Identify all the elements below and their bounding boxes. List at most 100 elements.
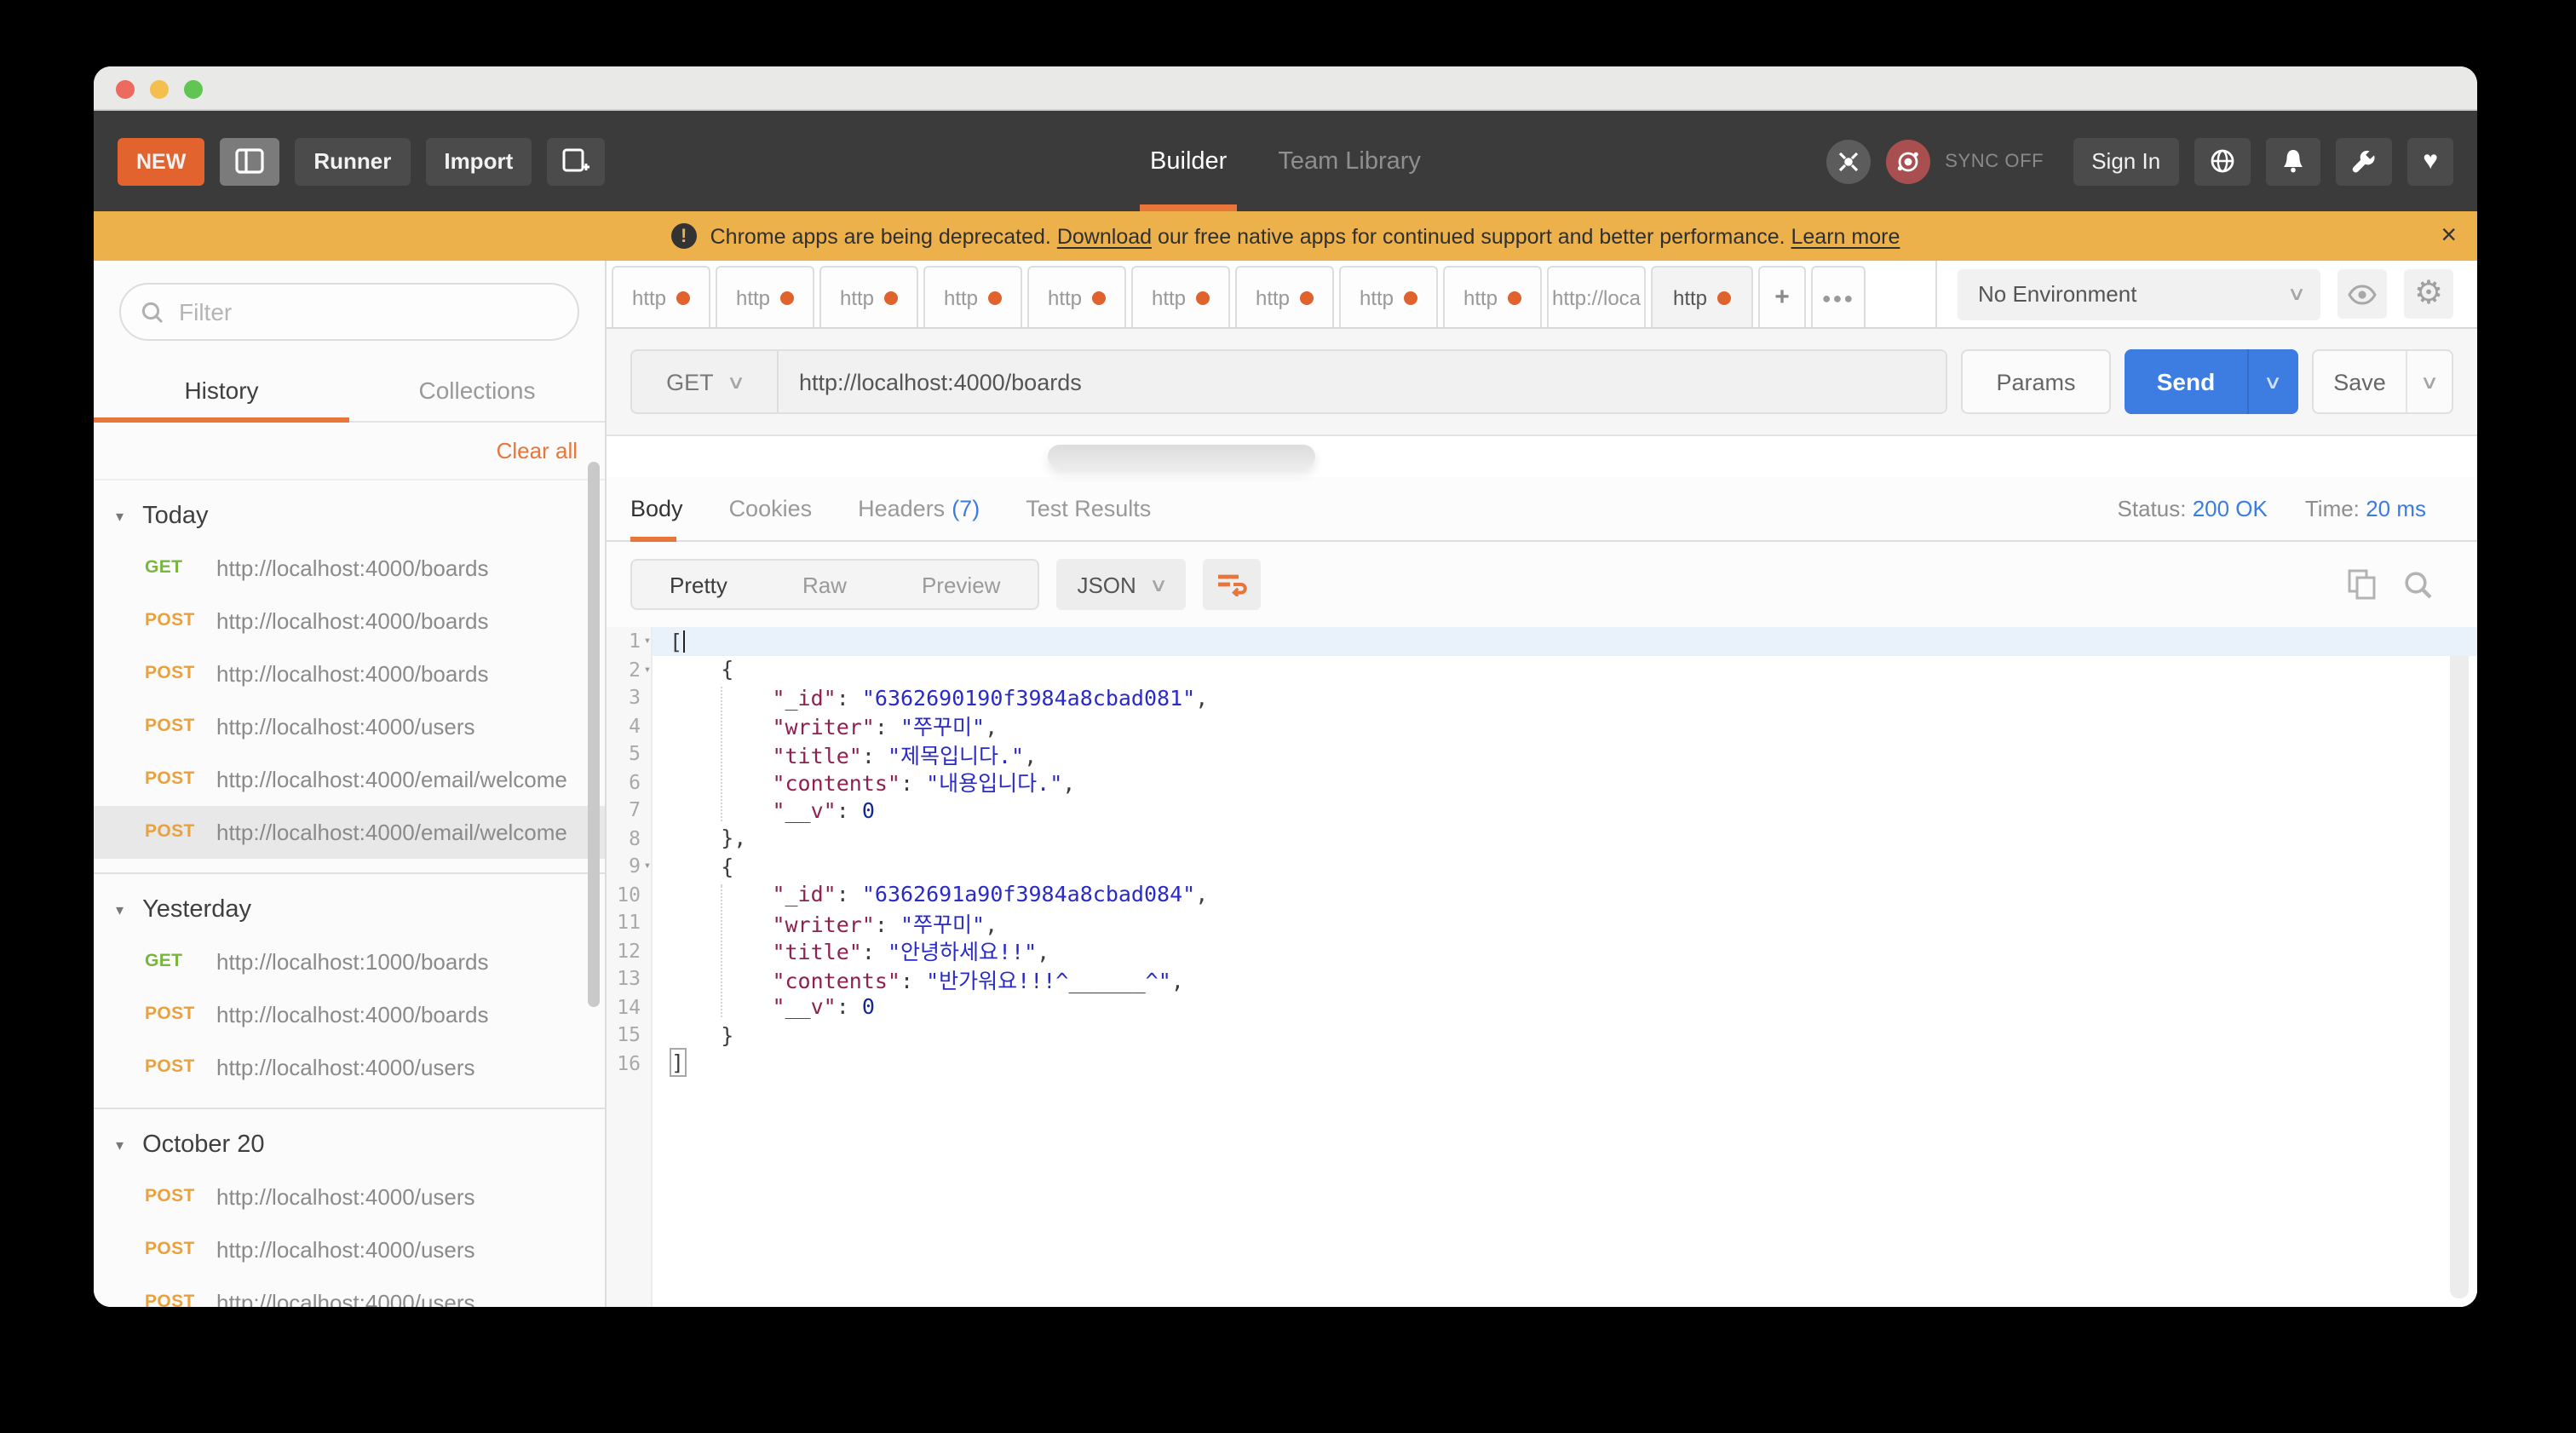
request-tab[interactable]: http [1131, 266, 1230, 327]
request-tab[interactable]: http [819, 266, 918, 327]
response-tab-test-results[interactable]: Test Results [1026, 477, 1151, 540]
method-select[interactable]: GET ∨ [632, 351, 779, 412]
unsaved-dot-icon [1508, 291, 1521, 304]
minimize-window-button[interactable] [150, 79, 169, 98]
line-number: 6 [629, 769, 641, 794]
download-link[interactable]: Download [1057, 224, 1152, 248]
fold-toggle-icon[interactable]: ▾ [641, 663, 654, 676]
code-line: 3 "_id": "6362690190f3984a8cbad081", [607, 683, 2477, 711]
format-value: JSON [1077, 572, 1136, 597]
history-group: ▾ Today GET http://localhost:4000/boards POS… [94, 481, 605, 872]
request-tab[interactable]: http [1443, 266, 1542, 327]
response-stats: Status: 200 OK Time: 20 ms [2118, 496, 2427, 521]
response-tab-cookies[interactable]: Cookies [729, 477, 813, 540]
send-options-button[interactable]: ∨ [2247, 349, 2298, 414]
copy-icon[interactable] [2348, 569, 2377, 600]
code-text: "__v": 0 [772, 993, 875, 1020]
response-tab-label: Cookies [728, 496, 813, 521]
request-tab-label: http [1463, 285, 1498, 309]
format-select[interactable]: JSON ∨ [1056, 559, 1186, 610]
line-number: 9 [629, 854, 641, 878]
history-item[interactable]: POST http://localhost:4000/users [94, 1223, 605, 1276]
request-tabstrip: http http http http http http http http http http… [607, 261, 1935, 329]
request-tab[interactable]: http [923, 266, 1022, 327]
save-label: Save [2333, 369, 2386, 394]
chevron-down-icon: ∨ [726, 372, 746, 393]
request-tab[interactable]: http [1651, 266, 1753, 327]
view-raw[interactable]: Raw [765, 572, 884, 597]
collapsed-panel-handle[interactable] [1048, 445, 1315, 469]
response-body-editor[interactable]: 1 ▾[2 ▾ {3 "_id": "6362690190f3984a8cbad08… [607, 627, 2477, 1307]
line-number: 13 [617, 966, 641, 991]
tab-overflow-button[interactable]: ●●● [1811, 266, 1866, 327]
code-line: 6 "contents": "내용입니다.", [607, 768, 2477, 797]
history-item[interactable]: GET http://localhost:1000/boards [94, 935, 605, 988]
history-item[interactable]: POST http://localhost:4000/users [94, 700, 605, 753]
code-line: 10 "_id": "6362691a90f3984a8cbad084", [607, 880, 2477, 908]
banner-close-icon[interactable]: × [2441, 221, 2457, 251]
request-tab-label: http [1359, 285, 1394, 309]
unsaved-dot-icon [1300, 291, 1314, 304]
history-item[interactable]: POST http://localhost:4000/email/welcome [94, 806, 605, 859]
search-body-icon[interactable] [2404, 570, 2433, 599]
view-pretty[interactable]: Pretty [632, 572, 765, 597]
request-tab[interactable]: http://loca [1547, 266, 1646, 327]
wrap-lines-icon [1216, 573, 1247, 596]
history-group-header[interactable]: ▾ October 20 [94, 1119, 605, 1171]
history-item[interactable]: POST http://localhost:4000/users [94, 1041, 605, 1094]
history-group-header[interactable]: ▾ Today [94, 491, 605, 542]
response-tab-body[interactable]: Body [630, 477, 683, 542]
tab-collections[interactable]: Collections [349, 358, 605, 421]
history-item[interactable]: POST http://localhost:4000/boards [94, 988, 605, 1041]
history-item-url: http://localhost:4000/email/welcome [216, 820, 567, 845]
history-item-method: GET [145, 557, 183, 578]
save-options-button[interactable]: ∨ [2406, 351, 2452, 412]
add-tab-button[interactable]: + [1758, 266, 1806, 327]
zoom-window-button[interactable] [184, 79, 203, 98]
params-button[interactable]: Params [1961, 349, 2111, 414]
line-number: 4 [629, 713, 641, 738]
line-number: 10 [617, 882, 641, 906]
triangle-down-icon: ▾ [116, 901, 124, 918]
request-tab-label: http [1255, 285, 1290, 309]
code-line: 15 } [607, 1021, 2477, 1049]
view-preview[interactable]: Preview [884, 572, 1038, 597]
response-tab-headers[interactable]: Headers (7) [858, 477, 980, 540]
tab-history[interactable]: History [94, 358, 349, 423]
time-value: 20 ms [2366, 496, 2426, 521]
history-item-url: http://localhost:4000/users [216, 1184, 475, 1210]
history-item[interactable]: POST http://localhost:4000/boards [94, 595, 605, 647]
history-item[interactable]: POST http://localhost:4000/users [94, 1171, 605, 1223]
fold-toggle-icon[interactable]: ▾ [641, 635, 654, 648]
send-button[interactable]: Send ∨ [2125, 349, 2298, 414]
history-item[interactable]: POST http://localhost:4000/users [94, 1276, 605, 1307]
request-tab[interactable]: http [716, 266, 814, 327]
environment-select[interactable]: No Environment ∨ [1958, 268, 2320, 319]
tab-team-library[interactable]: Team Library [1278, 111, 1421, 211]
history-item[interactable]: POST http://localhost:4000/email/welcome [94, 753, 605, 806]
environment-preview-button[interactable] [2337, 269, 2387, 319]
filter-input[interactable]: Filter [119, 283, 579, 341]
history-item[interactable]: POST http://localhost:4000/boards [94, 647, 605, 700]
history-group-header[interactable]: ▾ Yesterday [94, 884, 605, 935]
fold-toggle-icon[interactable]: ▾ [641, 860, 654, 873]
save-button[interactable]: Save ∨ [2312, 349, 2453, 414]
url-input[interactable]: http://localhost:4000/boards [779, 369, 1946, 394]
history-item[interactable]: GET http://localhost:4000/boards [94, 542, 605, 595]
line-number: 3 [629, 685, 641, 710]
request-tab[interactable]: http [1235, 266, 1334, 327]
learn-more-link[interactable]: Learn more [1791, 224, 1900, 248]
request-tab[interactable]: http [1339, 266, 1438, 327]
clear-all-link[interactable]: Clear all [497, 438, 578, 463]
request-tab[interactable]: http [1027, 266, 1126, 327]
history-list: ▾ Today GET http://localhost:4000/boards POS… [94, 481, 605, 1307]
tab-builder[interactable]: Builder [1139, 111, 1238, 211]
request-tab[interactable]: http [612, 266, 710, 327]
environment-settings-button[interactable]: ⚙ [2404, 269, 2453, 319]
close-window-button[interactable] [116, 79, 135, 98]
time-label: Time: [2304, 496, 2360, 521]
wrap-lines-button[interactable] [1202, 559, 1261, 610]
triangle-down-icon: ▾ [116, 1136, 124, 1153]
response-tabs: Body Cookies Headers (7) Test Results [630, 477, 1151, 542]
sidebar-scrollbar[interactable] [588, 462, 600, 1007]
